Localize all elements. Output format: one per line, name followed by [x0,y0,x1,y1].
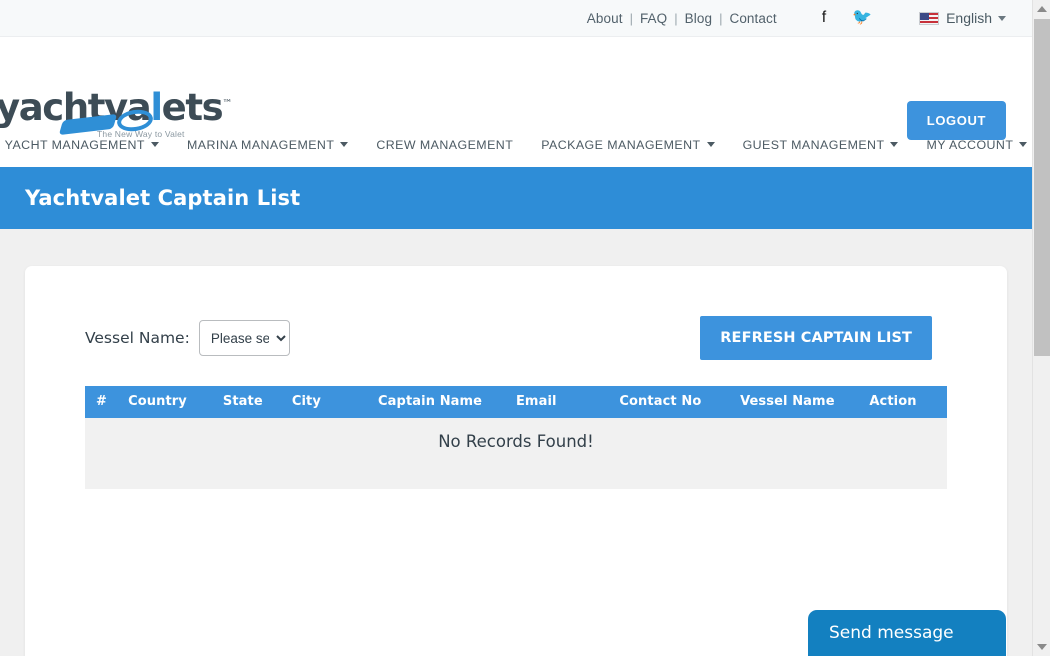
top-link-blog[interactable]: Blog [679,11,718,26]
refresh-captain-list-button[interactable]: REFRESH CAPTAIN LIST [700,316,932,360]
column-header-action[interactable]: Action [869,386,947,418]
send-message-label: Send message [829,623,954,643]
vessel-name-label: Vessel Name: [85,329,190,347]
logo-tagline: The New Way to Valet [97,129,185,139]
nav-label: PACKAGE MANAGEMENT [541,137,701,152]
send-message-chat-widget[interactable]: Send message [808,610,1006,656]
column-header-email[interactable]: Email [515,386,620,418]
nav-label: MARINA MANAGEMENT [186,137,335,152]
table-header-row: # Country State City Captain Name Email … [85,386,947,418]
scrollbar-thumb[interactable] [1034,19,1050,356]
table-empty-row: No Records Found! [85,418,947,489]
nav-item-package-management[interactable]: PACKAGE MANAGEMENT [527,138,728,152]
content-area: Vessel Name: Please select REFRESH CAPTA… [0,229,1032,656]
vessel-filter-group: Vessel Name: Please select [85,320,290,356]
vessel-name-select[interactable]: Please select [198,320,290,356]
top-link-about[interactable]: About [581,11,629,26]
logout-button[interactable]: LOGOUT [906,101,1006,140]
twitter-icon[interactable]: 🐦 [839,10,885,26]
nav-item-crew-management[interactable]: CREW MANAGEMENT [362,138,527,152]
column-header-vessel-name[interactable]: Vessel Name [740,386,870,418]
site-logo[interactable]: yachtvalets™ The New Way to Valet [0,86,232,149]
captain-list-table: # Country State City Captain Name Email … [85,386,947,489]
facebook-icon[interactable]: f [809,10,839,26]
filter-row: Vessel Name: Please select REFRESH CAPTA… [85,316,947,360]
nav-label: GUEST MANAGEMENT [742,137,885,152]
browser-viewport: About | FAQ | Blog | Contact f 🐦 English [0,0,1050,656]
us-flag-icon [919,11,940,25]
social-links-group: f 🐦 [809,10,885,26]
logo-text-accent: l [150,86,163,129]
column-header-captain-name[interactable]: Captain Name [378,386,516,418]
top-utility-bar: About | FAQ | Blog | Contact f 🐦 English [0,0,1032,37]
top-links-group: About | FAQ | Blog | Contact [581,11,783,26]
scroll-up-arrow-icon[interactable] [1033,0,1050,18]
no-records-message: No Records Found! [85,418,947,489]
masthead: yachtvalets™ The New Way to Valet LOGOUT [0,37,1032,140]
table-head: # Country State City Captain Name Email … [85,386,947,418]
language-selector[interactable]: English [919,10,1006,26]
top-link-contact[interactable]: Contact [723,11,782,26]
chevron-down-icon [706,142,715,147]
column-header-index[interactable]: # [85,386,129,418]
chevron-down-icon [890,142,899,147]
logo-trademark: ™ [222,98,233,110]
top-link-faq[interactable]: FAQ [634,11,673,26]
language-label: English [946,10,992,26]
column-header-state[interactable]: State [222,386,292,418]
chevron-down-icon [340,142,349,147]
page-content: About | FAQ | Blog | Contact f 🐦 English [0,0,1032,656]
table-body: No Records Found! [85,418,947,489]
page-title-banner: Yachtvalet Captain List [0,167,1032,229]
vertical-scrollbar[interactable] [1032,0,1050,656]
chevron-down-icon [1019,142,1028,147]
chevron-down-icon [998,15,1006,21]
nav-item-guest-management[interactable]: GUEST MANAGEMENT [729,138,913,152]
column-header-country[interactable]: Country [128,386,223,418]
scroll-down-arrow-icon[interactable] [1033,638,1050,656]
nav-label: CREW MANAGEMENT [376,137,514,152]
logo-text-part2: ets [161,86,224,129]
nav-item-marina-management[interactable]: MARINA MANAGEMENT [173,138,362,152]
page-title: Yachtvalet Captain List [25,186,301,210]
column-header-contact-no[interactable]: Contact No [619,386,741,418]
column-header-city[interactable]: City [291,386,379,418]
captain-list-card: Vessel Name: Please select REFRESH CAPTA… [25,266,1007,656]
